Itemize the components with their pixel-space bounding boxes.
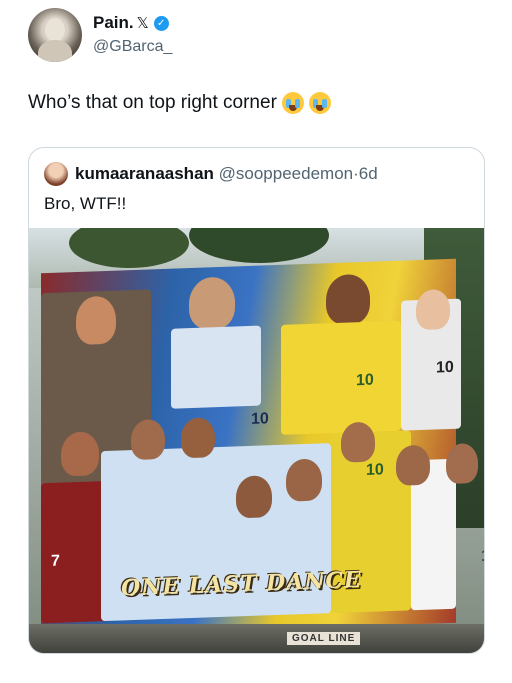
tweet-text-content: Who’s that on top right corner [28, 92, 277, 113]
player-face [326, 273, 370, 326]
fan-face [131, 418, 165, 461]
author-avatar[interactable] [28, 8, 82, 62]
jersey-number: 7 [51, 552, 60, 570]
quoted-author-line[interactable]: kumaaranaashan @sooppeedemon·6d [75, 164, 378, 184]
verified-badge-icon: ✓ [153, 15, 169, 31]
x-logo-icon: 𝕏 [136, 15, 149, 32]
quoted-tweet-text: Bro, WTF!! [44, 194, 127, 213]
quoted-tweet-photo[interactable]: 10 10 10 10 7 13 ONE LAST DANCE GOAL LIN… [29, 228, 484, 653]
fan-face [396, 444, 430, 486]
quoted-tweet-age[interactable]: 6d [359, 164, 378, 183]
argentina-jersey [171, 325, 261, 409]
author-name-row[interactable]: Pain. 𝕏 ✓ [93, 13, 169, 33]
jersey-number: 10 [366, 461, 384, 479]
jersey-number: 13 [481, 547, 484, 565]
jersey-number: 10 [436, 358, 454, 377]
fan-face [446, 442, 478, 485]
fan-face [61, 431, 99, 477]
author-handle[interactable]: @GBarca_ [93, 38, 172, 56]
quoted-author-handle[interactable]: @sooppeedemon [219, 164, 353, 183]
jersey-number: 10 [356, 371, 374, 390]
tweet-text: Who’s that on top right corner [28, 92, 331, 114]
crying-face-emoji-icon [281, 92, 304, 114]
brazil-jersey [281, 320, 401, 435]
player-face [76, 295, 116, 346]
quoted-tweet-card[interactable]: kumaaranaashan @sooppeedemon·6d Bro, WTF… [28, 147, 485, 654]
avatar-body [38, 40, 72, 62]
avatar-head [45, 18, 65, 42]
goal-line-sign: GOAL LINE [287, 632, 361, 645]
fan-face [181, 417, 215, 459]
player-face [416, 288, 450, 331]
fan-face [286, 458, 322, 502]
crying-face-emoji-icon [308, 92, 331, 114]
player-face [189, 276, 235, 331]
quoted-author-name[interactable]: kumaaranaashan [75, 164, 214, 183]
author-name[interactable]: Pain. [93, 13, 134, 33]
jersey-number: 10 [251, 410, 269, 428]
quoted-author-avatar[interactable] [44, 162, 68, 186]
street-railing [29, 624, 484, 653]
fan-face [236, 475, 272, 519]
fan-face [341, 421, 375, 463]
